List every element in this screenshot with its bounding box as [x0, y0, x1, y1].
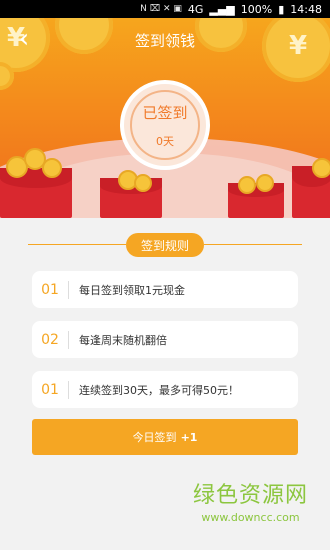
network-label: 4G	[187, 2, 204, 16]
coin-icon	[256, 174, 274, 192]
rule-text: 每日签到领取1元现金	[79, 283, 185, 297]
rule-number: 02	[41, 331, 59, 348]
rule-card: 01 每日签到领取1元现金	[32, 271, 298, 308]
signin-days: 0天	[156, 134, 174, 148]
rule-text: 连续签到30天，最多可得50元！	[79, 383, 239, 397]
signed-in-badge: 已签到 0天	[120, 80, 210, 170]
page-title: 签到领钱	[134, 32, 195, 50]
sign-in-today-button[interactable]: 今日签到 +1	[32, 419, 298, 455]
watermark-url: www.downcc.com	[201, 511, 300, 524]
badge-label: 已签到	[142, 103, 188, 122]
rule-text: 每逢周末随机翻倍	[79, 333, 167, 347]
sign-in-label: 今日签到	[132, 431, 177, 444]
status-bar: N ⌧ ✕ ▣ 4G ▂▄▆ 100% ▮ 14:48	[0, 0, 330, 18]
watermark-title: 绿色资源网	[192, 483, 308, 508]
coin-icon	[312, 158, 330, 178]
rule-card: 02 每逢周末随机翻倍	[32, 321, 298, 358]
rules-heading: 签到规则	[126, 233, 204, 257]
coin-icon	[134, 174, 152, 192]
sign-in-bonus: +1	[180, 430, 198, 444]
rule-card: 01 连续签到30天，最多可得50元！	[32, 371, 298, 408]
signal-icon: ▂▄▆	[209, 2, 235, 16]
battery-percent: 100%	[240, 2, 273, 16]
rule-separator	[68, 280, 69, 299]
badge-ring	[130, 90, 200, 160]
battery-icon: ▮	[278, 2, 285, 16]
clock: 14:48	[290, 2, 322, 16]
rule-number: 01	[41, 281, 59, 298]
system-icons: N ⌧ ✕ ▣	[140, 4, 182, 14]
rule-number: 01	[41, 381, 59, 398]
coin-icon	[42, 158, 62, 178]
rule-separator	[68, 380, 69, 399]
coin-icon	[238, 176, 256, 194]
top-bar: ‹ 签到领钱	[0, 18, 330, 62]
red-envelope	[228, 183, 284, 218]
divider-left	[28, 244, 126, 245]
watermark: 绿色资源网 www.downcc.com	[193, 477, 308, 524]
divider-right	[204, 244, 302, 245]
rule-separator	[68, 330, 69, 349]
